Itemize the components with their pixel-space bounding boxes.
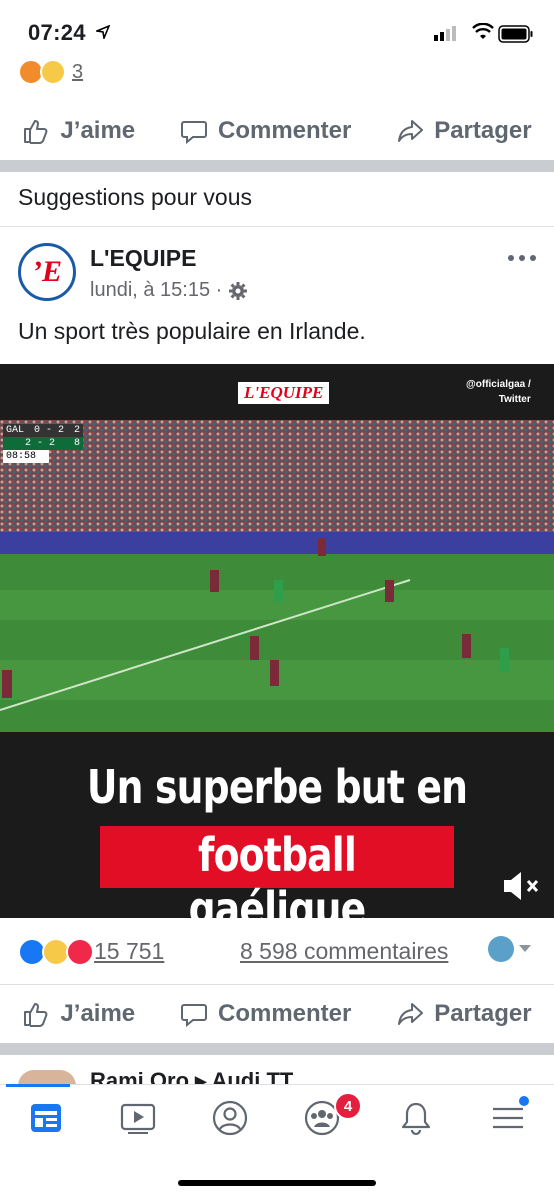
page-name[interactable]: L'EQUIPE bbox=[90, 245, 196, 272]
comment-label: Commenter bbox=[217, 1000, 352, 1027]
viewer-avatar[interactable] bbox=[488, 936, 514, 962]
post-reactions[interactable] bbox=[18, 938, 94, 966]
post-meta: lundi, à 15:15 · bbox=[90, 279, 248, 302]
more-options-button[interactable] bbox=[508, 255, 536, 261]
scoreboard: GAL 0 - 2 2 2 - 2 8 08:58 bbox=[3, 424, 83, 463]
tab-news-feed[interactable] bbox=[26, 1098, 66, 1138]
signal-icon bbox=[434, 26, 456, 41]
post-actions: J’aime Commenter Partager bbox=[0, 986, 554, 1042]
thin-divider bbox=[0, 984, 554, 985]
tab-profile[interactable] bbox=[210, 1098, 250, 1138]
previous-post-actions: J’aime Commenter Partager bbox=[0, 103, 554, 159]
total-1: 2 bbox=[73, 425, 80, 436]
suggestions-title: Suggestions pour vous bbox=[18, 184, 252, 210]
score-row-2: 2 - 2 8 bbox=[3, 437, 83, 450]
avatar-logo-text: ’E bbox=[32, 255, 62, 288]
hamburger-menu-icon bbox=[493, 1107, 523, 1129]
home-indicator[interactable] bbox=[178, 1180, 376, 1186]
status-time: 07:24 bbox=[28, 20, 86, 45]
comment-button[interactable]: Commenter bbox=[180, 117, 351, 145]
tab-watch[interactable] bbox=[118, 1098, 158, 1138]
post-text: Un sport très populaire en Irlande. bbox=[18, 318, 366, 344]
share-label: Partager bbox=[434, 117, 532, 144]
wifi-icon bbox=[472, 23, 494, 39]
love-reaction-icon bbox=[66, 938, 94, 966]
dot-icon bbox=[508, 255, 514, 261]
comment-label: Commenter bbox=[217, 117, 352, 144]
share-arrow-icon bbox=[398, 120, 424, 142]
credit-line-2: Twitter bbox=[498, 394, 531, 405]
previous-reaction-count[interactable]: 3 bbox=[72, 61, 83, 84]
post-timestamp[interactable]: lundi, à 15:15 · bbox=[90, 279, 222, 302]
comment-bubble-icon bbox=[180, 121, 207, 145]
dot-icon bbox=[519, 255, 525, 261]
like-label: J’aime bbox=[60, 1000, 136, 1027]
news-feed-icon bbox=[31, 1104, 61, 1132]
dot-icon bbox=[530, 255, 536, 261]
previous-post-reactions[interactable]: 3 bbox=[18, 58, 83, 86]
video-caption-line-1: Un superbe but en bbox=[86, 760, 468, 814]
mute-icon[interactable] bbox=[500, 866, 540, 906]
section-divider bbox=[0, 160, 554, 172]
video-credit: @officialgaa / Twitter bbox=[466, 377, 531, 407]
groups-notification-badge: 4 bbox=[334, 1092, 362, 1120]
score-1: 0 - 2 bbox=[33, 425, 64, 436]
video-play-icon bbox=[120, 1103, 156, 1134]
section-divider bbox=[0, 1043, 554, 1055]
reaction-count[interactable]: 15 751 bbox=[94, 938, 164, 965]
gear-icon bbox=[229, 281, 248, 300]
score-row-1: GAL 0 - 2 2 bbox=[3, 424, 83, 437]
score-2: 2 - 2 bbox=[24, 438, 55, 449]
thumbs-up-icon bbox=[24, 1003, 48, 1027]
like-label: J’aime bbox=[60, 117, 136, 144]
video-caption-line-2: football gaélique bbox=[188, 828, 367, 936]
menu-notification-dot bbox=[519, 1096, 529, 1106]
next-post-author[interactable]: Rami Oro ▸ Audi TT bbox=[90, 1068, 293, 1084]
chevron-down-icon[interactable] bbox=[518, 944, 532, 954]
match-clock: 08:58 bbox=[3, 450, 49, 463]
battery-icon bbox=[498, 25, 533, 43]
credit-line-1: @officialgaa / bbox=[466, 379, 531, 390]
profile-icon bbox=[212, 1100, 248, 1136]
comment-count[interactable]: 8 598 commentaires bbox=[240, 938, 448, 965]
page-avatar[interactable]: ’E bbox=[18, 243, 76, 301]
location-arrow-icon bbox=[96, 25, 110, 39]
team-1: GAL bbox=[6, 425, 25, 436]
like-button[interactable]: J’aime bbox=[22, 117, 135, 145]
share-button[interactable]: Partager bbox=[396, 117, 532, 145]
share-arrow-icon bbox=[398, 1003, 424, 1025]
thumbs-up-icon bbox=[24, 120, 48, 144]
wow-reaction-icon bbox=[40, 59, 66, 85]
comment-button[interactable]: Commenter bbox=[180, 1000, 351, 1028]
like-button[interactable]: J’aime bbox=[22, 1000, 135, 1028]
thin-divider bbox=[0, 226, 554, 227]
comment-bubble-icon bbox=[180, 1004, 207, 1028]
bell-icon bbox=[401, 1102, 431, 1136]
football-pitch-image bbox=[0, 420, 554, 732]
tab-notifications[interactable] bbox=[396, 1098, 436, 1138]
share-label: Partager bbox=[434, 1000, 532, 1027]
video-brand-logo: L'EQUIPE bbox=[238, 382, 330, 404]
total-2: 8 bbox=[73, 438, 80, 449]
share-button[interactable]: Partager bbox=[396, 1000, 532, 1028]
active-tab-indicator bbox=[6, 1084, 70, 1087]
